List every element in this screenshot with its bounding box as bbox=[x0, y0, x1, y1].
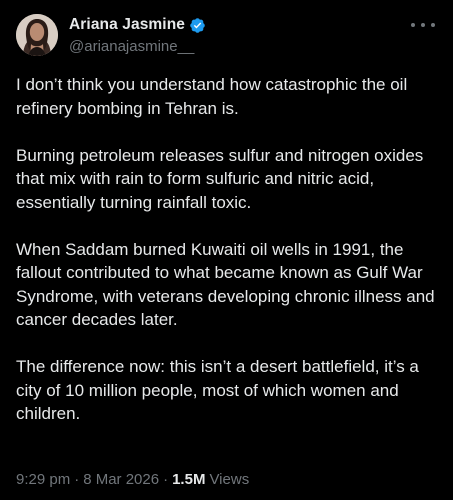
tweet-paragraph: The difference now: this isn’t a desert … bbox=[16, 357, 419, 423]
tweet-paragraph: I don’t think you understand how catastr… bbox=[16, 75, 408, 118]
meta-separator: · bbox=[163, 471, 169, 488]
tweet-text: I don’t think you understand how catastr… bbox=[16, 73, 441, 449]
tweet-header: Ariana Jasmine @arianajasmine__ bbox=[16, 14, 439, 62]
avatar-image bbox=[16, 14, 58, 56]
tweet-time[interactable]: 9:29 pm bbox=[16, 471, 70, 488]
meta-separator: · bbox=[74, 471, 80, 488]
more-dot bbox=[431, 23, 435, 27]
display-name[interactable]: Ariana Jasmine bbox=[69, 16, 185, 34]
more-options-icon[interactable] bbox=[411, 20, 435, 30]
tweet-paragraph: When Saddam burned Kuwaiti oil wells in … bbox=[16, 239, 435, 330]
more-dot bbox=[411, 23, 415, 27]
author-names: Ariana Jasmine @arianajasmine__ bbox=[69, 15, 206, 55]
user-handle[interactable]: @arianajasmine__ bbox=[69, 38, 206, 55]
views-label: Views bbox=[209, 471, 250, 488]
views-count: 1.5M bbox=[172, 471, 206, 488]
verified-badge-icon[interactable] bbox=[189, 17, 206, 34]
more-dot bbox=[421, 23, 425, 27]
tweet-meta: 9:29 pm · 8 Mar 2026 · 1.5M Views bbox=[16, 471, 249, 488]
avatar[interactable] bbox=[16, 14, 58, 56]
display-name-row: Ariana Jasmine bbox=[69, 15, 206, 35]
tweet-paragraph: Burning petroleum releases sulfur and ni… bbox=[16, 145, 424, 212]
tweet-date[interactable]: 8 Mar 2026 bbox=[83, 471, 159, 488]
